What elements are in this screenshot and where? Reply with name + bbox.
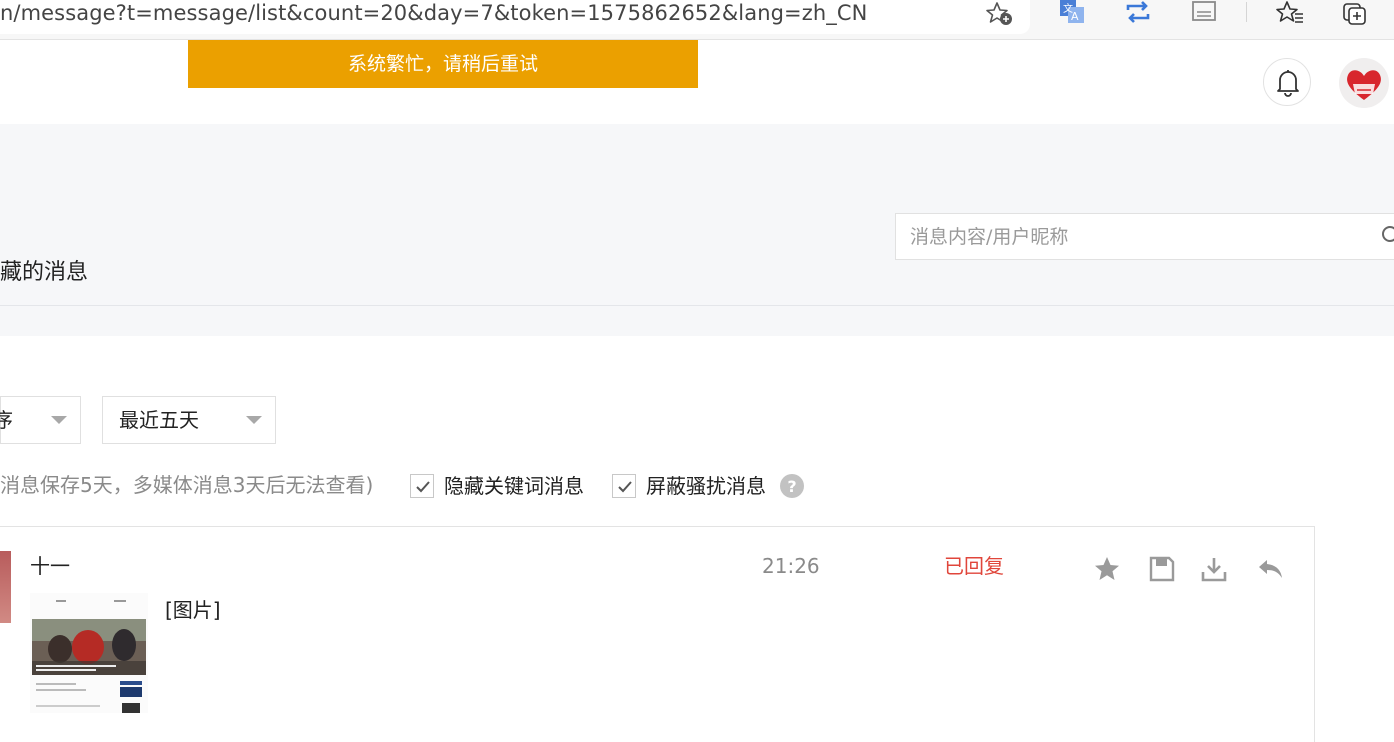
message-sender[interactable]: 十一 — [30, 551, 70, 581]
checkbox-box[interactable] — [612, 474, 636, 498]
day-range-select-value: 最近五天 — [119, 408, 199, 432]
checkbox-label: 隐藏关键词消息 — [444, 474, 584, 498]
svg-text:A: A — [1071, 10, 1079, 23]
favorite-add-icon[interactable] — [984, 0, 1014, 28]
save-icon[interactable] — [1148, 555, 1176, 583]
search-icon[interactable] — [1380, 224, 1394, 248]
browser-toolbar: n/message?t=message/list&count=20&day=7&… — [0, 0, 1394, 40]
sync-icon[interactable] — [1122, 0, 1154, 28]
chevron-down-icon — [246, 416, 262, 424]
message-status: 已回复 — [944, 554, 1004, 578]
message-time: 21:26 — [762, 554, 820, 578]
translate-icon[interactable]: 文 A — [1056, 0, 1088, 28]
favorites-icon[interactable] — [1274, 0, 1306, 28]
avatar-logo-icon — [1339, 58, 1389, 108]
bell-icon — [1277, 70, 1299, 97]
help-icon[interactable]: ? — [780, 474, 804, 498]
account-avatar[interactable] — [1339, 58, 1389, 108]
svg-text:?: ? — [787, 477, 796, 496]
search-box[interactable] — [895, 213, 1394, 260]
checkbox-label: 屏蔽骚扰消息 — [646, 474, 766, 498]
checkbox-box[interactable] — [410, 474, 434, 498]
message-content: [图片] — [165, 598, 221, 622]
star-icon[interactable] — [1093, 555, 1121, 583]
toolbar-separator — [1246, 2, 1247, 22]
tab-starred-messages[interactable]: 藏的消息 — [0, 256, 88, 290]
page-root: n/message?t=message/list&count=20&day=7&… — [0, 0, 1394, 742]
sort-select[interactable]: 序 — [0, 396, 81, 444]
download-icon[interactable] — [1200, 555, 1228, 583]
message-item[interactable]: 十一 21:26 已回复 [图片] — [0, 526, 1315, 742]
checkmark-icon — [618, 481, 632, 493]
reply-icon[interactable] — [1256, 555, 1284, 583]
reader-icon[interactable] — [1188, 0, 1220, 28]
address-bar[interactable]: n/message?t=message/list&count=20&day=7&… — [0, 0, 1030, 34]
message-image-thumbnail[interactable] — [30, 593, 148, 713]
retention-note: 消息保存5天，多媒体消息3天后无法查看) — [0, 473, 374, 497]
tab-divider — [0, 305, 1394, 306]
sort-select-value: 序 — [0, 408, 13, 432]
checkmark-icon — [416, 481, 430, 493]
sender-avatar[interactable] — [0, 551, 11, 623]
image-preview-icon — [30, 593, 148, 713]
chevron-down-icon — [51, 416, 67, 424]
address-bar-url[interactable]: n/message?t=message/list&count=20&day=7&… — [0, 0, 867, 30]
error-toast: 系统繁忙，请稍后重试 — [188, 40, 698, 88]
day-range-select[interactable]: 最近五天 — [102, 396, 276, 444]
notification-button[interactable] — [1263, 58, 1311, 106]
search-input[interactable] — [910, 214, 1370, 259]
collections-icon[interactable] — [1340, 0, 1372, 28]
